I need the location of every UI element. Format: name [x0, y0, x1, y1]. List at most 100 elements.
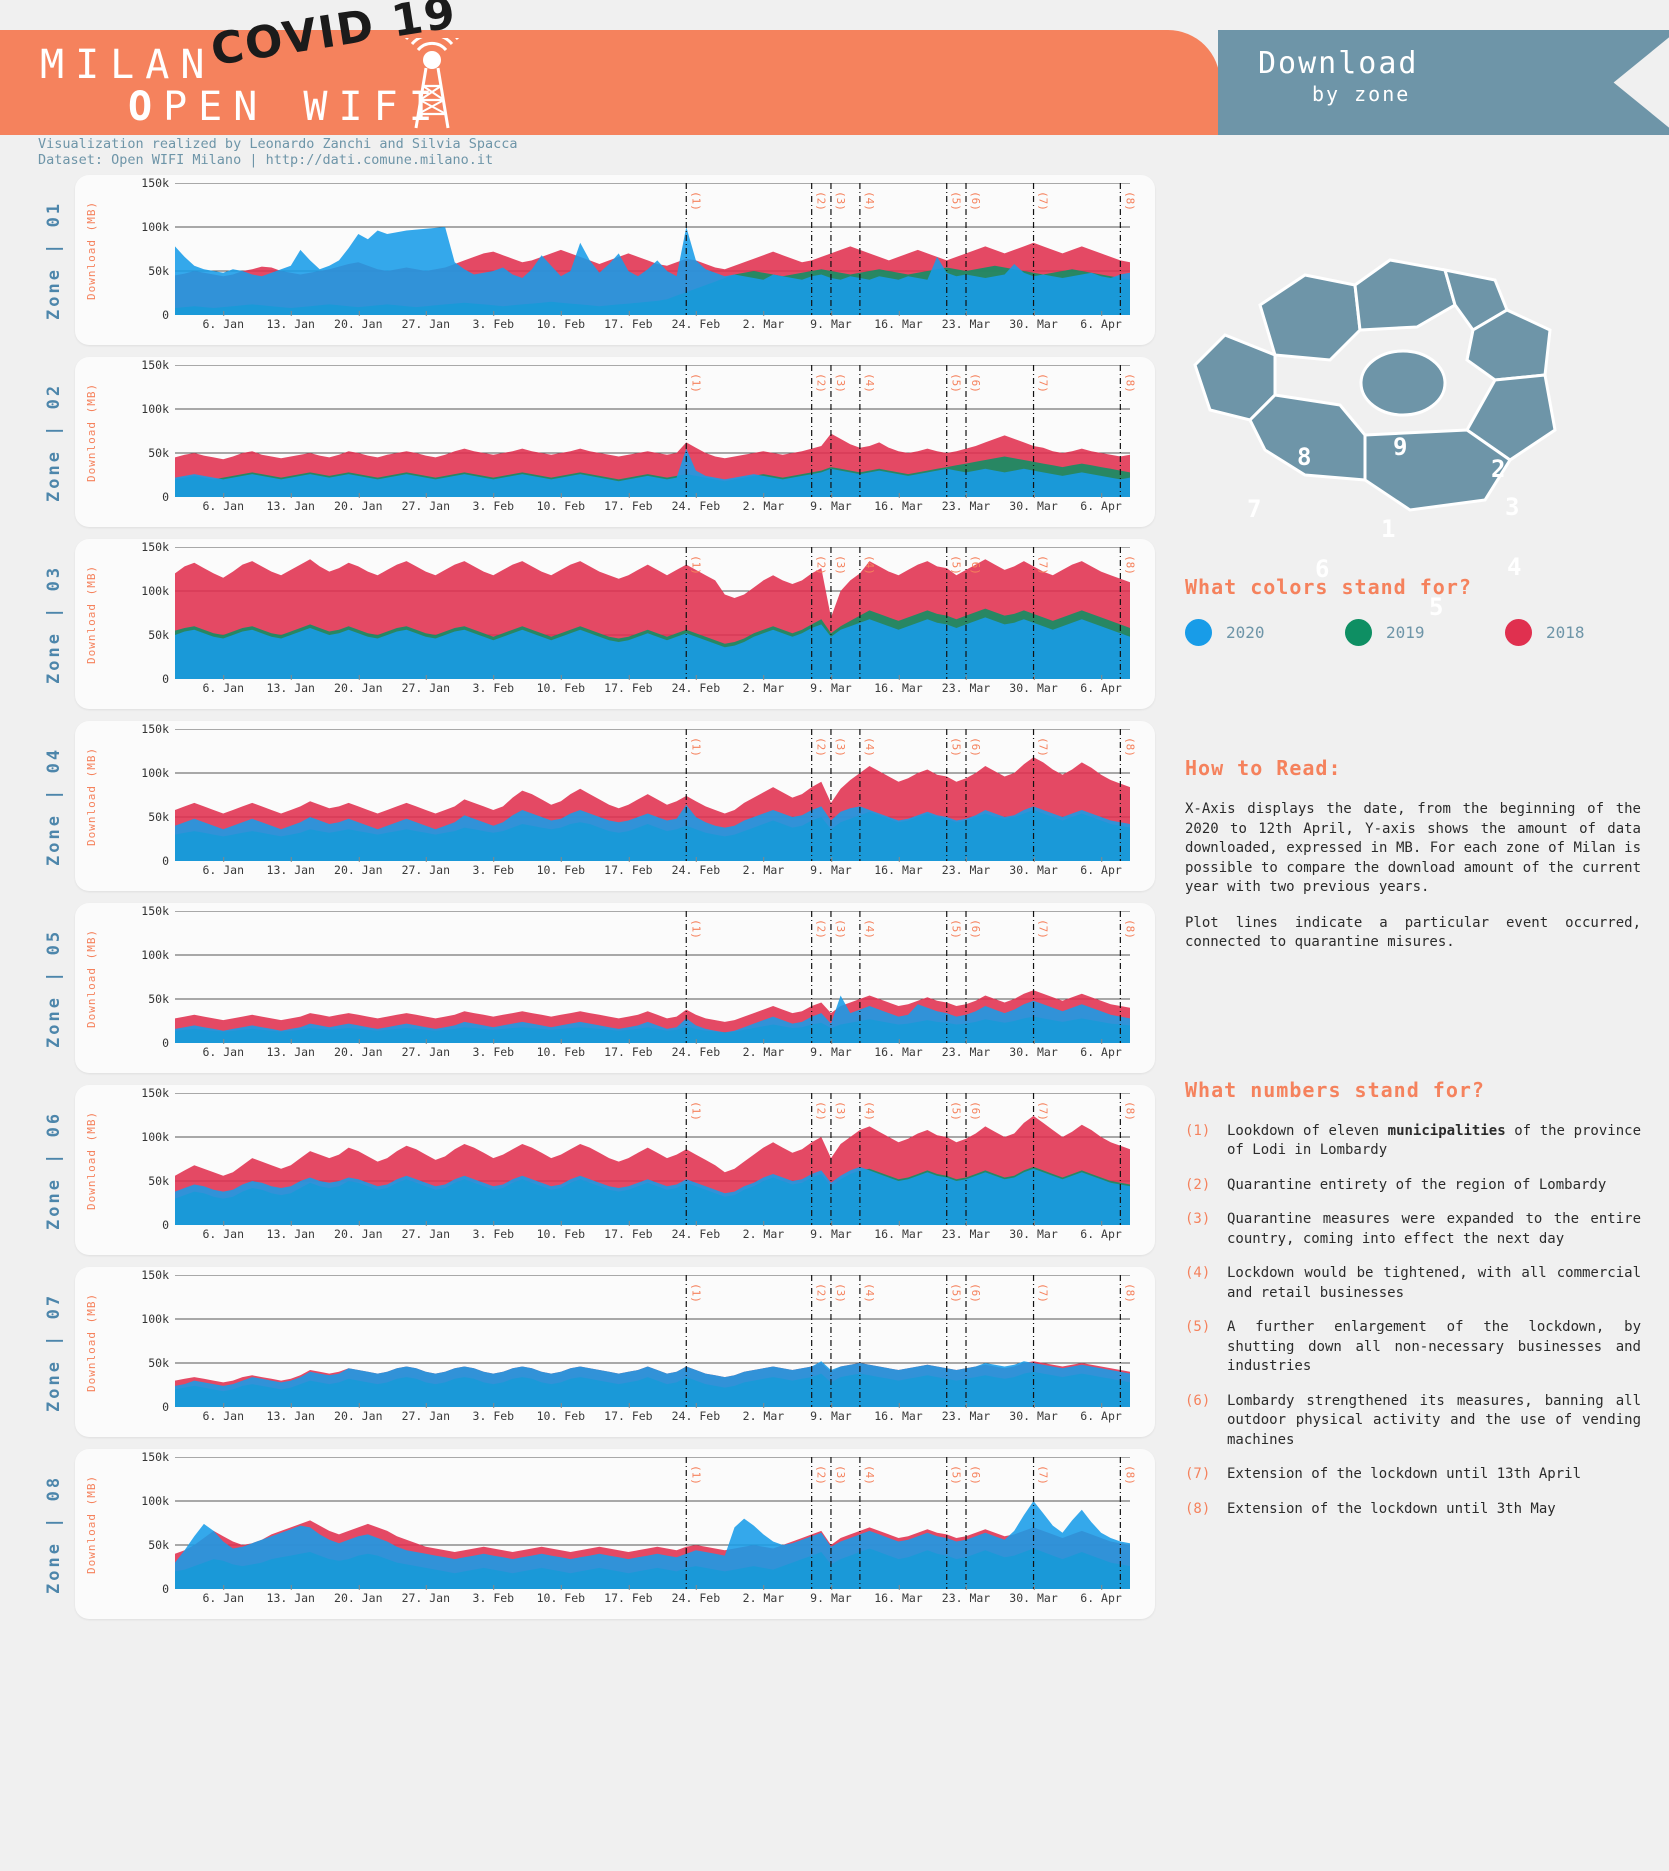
x-tick-10: 16. Mar — [874, 1403, 923, 1423]
event-marker-label-4: (4) — [862, 191, 876, 211]
download-subtitle: by zone — [1312, 82, 1411, 106]
x-tick-5: 10. Feb — [536, 1585, 586, 1605]
y-axis-label: Download (MB) — [85, 382, 98, 482]
event-marker-label-3: (3) — [833, 191, 847, 211]
event-marker-label-1: (1) — [689, 1465, 703, 1485]
numbers-item-text-7: Extension of the lockdown until 13th Apr… — [1227, 1465, 1581, 1485]
x-tick-2: 20. Jan — [334, 493, 383, 513]
plot-area-zone-7[interactable]: (1) (2) (3) (4) (5) (6) (7) (8) — [175, 1275, 1136, 1407]
plot-area-zone-2[interactable]: (1) (2) (3) (4) (5) (6) (7) (8) — [175, 365, 1136, 497]
x-tick-6: 17. Feb — [604, 1221, 653, 1241]
event-marker-label-3: (3) — [833, 1465, 847, 1485]
plot-area-zone-5[interactable]: (1) (2) (3) (4) (5) (6) (7) (8) — [175, 911, 1136, 1043]
chart-card-zone-2[interactable]: Zone | 02 Download (MB) 150k 100k 50k 0 (1) (2)… — [44, 357, 1155, 527]
x-tick-12: 30. Mar — [1009, 675, 1058, 695]
wifi-tower-icon — [404, 38, 460, 129]
plot-area-zone-8[interactable]: (1) (2) (3) (4) (5) (6) (7) (8) — [175, 1457, 1136, 1589]
numbers-item-4: (4) Lockdown would be tightened, with all… — [1185, 1264, 1641, 1303]
y-tick-50k: 50k — [148, 1174, 169, 1188]
event-marker-label-3: (3) — [833, 919, 847, 939]
chart-card-zone-6[interactable]: Zone | 06 Download (MB) 150k 100k 50k 0 (1) (2)… — [44, 1085, 1155, 1255]
y-axis-label: Download (MB) — [85, 1110, 98, 1210]
y-tick-50k: 50k — [148, 810, 169, 824]
plot-area-zone-1[interactable]: (1) (2) (3) (4) (5) (6) (7) (8) — [175, 183, 1136, 315]
milan-zones-map[interactable]: 1 2 3 4 5 6 7 8 9 — [1175, 175, 1669, 621]
x-tick-7: 24. Feb — [671, 675, 721, 695]
y-axis-label: Download (MB) — [85, 1474, 98, 1574]
x-tick-3: 27. Jan — [401, 857, 451, 877]
x-tick-1: 13. Jan — [266, 1403, 315, 1423]
chart-card-zone-8[interactable]: Zone | 08 Download (MB) 150k 100k 50k 0 (1) (2)… — [44, 1449, 1155, 1619]
x-tick-7: 24. Feb — [671, 1403, 721, 1423]
numbers-item-key-1: (1) — [1185, 1122, 1211, 1139]
open-o-letter: O — [128, 84, 164, 130]
download-title: Download — [1258, 46, 1419, 81]
chart-card-zone-3[interactable]: Zone | 03 Download (MB) 150k 100k 50k 0 (1) (2)… — [44, 539, 1155, 709]
y-tick-50k: 50k — [148, 264, 169, 278]
zone-label-6: Zone | 06 — [44, 1110, 64, 1230]
chart-card-zone-1[interactable]: Zone | 01 Download (MB) 150k 100k 50k 0 (1) (2)… — [44, 175, 1155, 345]
y-tick-150k: 150k — [141, 1268, 169, 1282]
numbers-item-text-pre-7: Extension of the lockdown until 13th Apr… — [1227, 1466, 1582, 1482]
map-zone-1[interactable] — [1359, 349, 1447, 417]
x-axis-ticks: 6. Jan 13. Jan 20. Jan 27. Jan 3. Feb 10. Feb… — [175, 311, 1130, 337]
y-tick-150k: 150k — [141, 904, 169, 918]
numbers-item-key-2: (2) — [1185, 1176, 1211, 1193]
event-marker-label-8: (8) — [1123, 1465, 1137, 1485]
x-tick-11: 23. Mar — [941, 1585, 991, 1605]
x-tick-10: 16. Mar — [874, 1039, 923, 1059]
legend-dot-2018 — [1505, 619, 1532, 646]
chart-card-zone-5[interactable]: Zone | 05 Download (MB) 150k 100k 50k 0 (1) (2)… — [44, 903, 1155, 1073]
event-marker-label-2: (2) — [814, 1283, 828, 1303]
event-marker-label-5: (5) — [949, 737, 963, 757]
chart-card-zone-4[interactable]: Zone | 04 Download (MB) 150k 100k 50k 0 (1) (2)… — [44, 721, 1155, 891]
x-tick-11: 23. Mar — [941, 1221, 991, 1241]
event-marker-label-8: (8) — [1123, 373, 1137, 393]
x-tick-3: 27. Jan — [401, 311, 451, 331]
x-tick-0: 6. Jan — [202, 675, 244, 695]
x-tick-9: 9. Mar — [810, 311, 852, 331]
legend-dot-2019 — [1345, 619, 1372, 646]
x-tick-10: 16. Mar — [874, 857, 923, 877]
y-tick-100k: 100k — [141, 766, 169, 780]
plot-area-zone-4[interactable]: (1) (2) (3) (4) (5) (6) (7) (8) — [175, 729, 1136, 861]
numbers-title: What numbers stand for? — [1185, 1077, 1485, 1102]
x-tick-11: 23. Mar — [941, 493, 991, 513]
y-tick-0: 0 — [162, 1582, 169, 1596]
y-tick-100k: 100k — [141, 1312, 169, 1326]
plot-area-zone-6[interactable]: (1) (2) (3) (4) (5) (6) (7) (8) — [175, 1093, 1136, 1225]
x-tick-6: 17. Feb — [604, 311, 653, 331]
x-tick-8: 2. Mar — [742, 675, 785, 695]
zone-label-3: Zone | 03 — [44, 564, 64, 684]
y-tick-150k: 150k — [141, 1086, 169, 1100]
numbers-item-text-pre-2: Quarantine entirety of the region of Lom… — [1227, 1176, 1607, 1193]
y-tick-50k: 50k — [148, 446, 169, 460]
event-marker-label-8: (8) — [1123, 1101, 1137, 1121]
x-tick-13: 6. Apr — [1080, 675, 1122, 695]
event-marker-label-4: (4) — [862, 919, 876, 939]
x-tick-3: 27. Jan — [401, 493, 451, 513]
legend-item-2018[interactable]: 2018 — [1505, 619, 1665, 646]
x-tick-5: 10. Feb — [536, 493, 586, 513]
zone-label-7: Zone | 07 — [44, 1292, 64, 1412]
event-marker-label-7: (7) — [1036, 191, 1050, 211]
event-marker-label-3: (3) — [833, 737, 847, 757]
event-marker-label-5: (5) — [949, 1101, 963, 1121]
chart-card-zone-7[interactable]: Zone | 07 Download (MB) 150k 100k 50k 0 (1) (2)… — [44, 1267, 1155, 1437]
plot-area-zone-3[interactable]: (1) (2) (3) (4) (5) (6) (7) (8) — [175, 547, 1136, 679]
map-label-9: 9 — [1393, 433, 1408, 461]
x-tick-11: 23. Mar — [941, 311, 991, 331]
x-axis-ticks: 6. Jan 13. Jan 20. Jan 27. Jan 3. Feb 10. Feb… — [175, 1403, 1130, 1429]
event-marker-label-2: (2) — [814, 737, 828, 757]
x-tick-8: 2. Mar — [742, 1403, 785, 1423]
x-tick-13: 6. Apr — [1080, 1039, 1122, 1059]
x-tick-7: 24. Feb — [671, 1039, 721, 1059]
y-tick-150k: 150k — [141, 358, 169, 372]
numbers-item-text-pre-1: Lookdown of eleven — [1227, 1122, 1388, 1139]
x-tick-11: 23. Mar — [941, 1039, 991, 1059]
legend-item-2020[interactable]: 2020 — [1185, 619, 1345, 646]
x-tick-5: 10. Feb — [536, 675, 586, 695]
x-tick-4: 3. Feb — [472, 1221, 515, 1241]
legend-item-2019[interactable]: 2019 — [1345, 619, 1505, 646]
event-marker-label-8: (8) — [1123, 191, 1137, 211]
